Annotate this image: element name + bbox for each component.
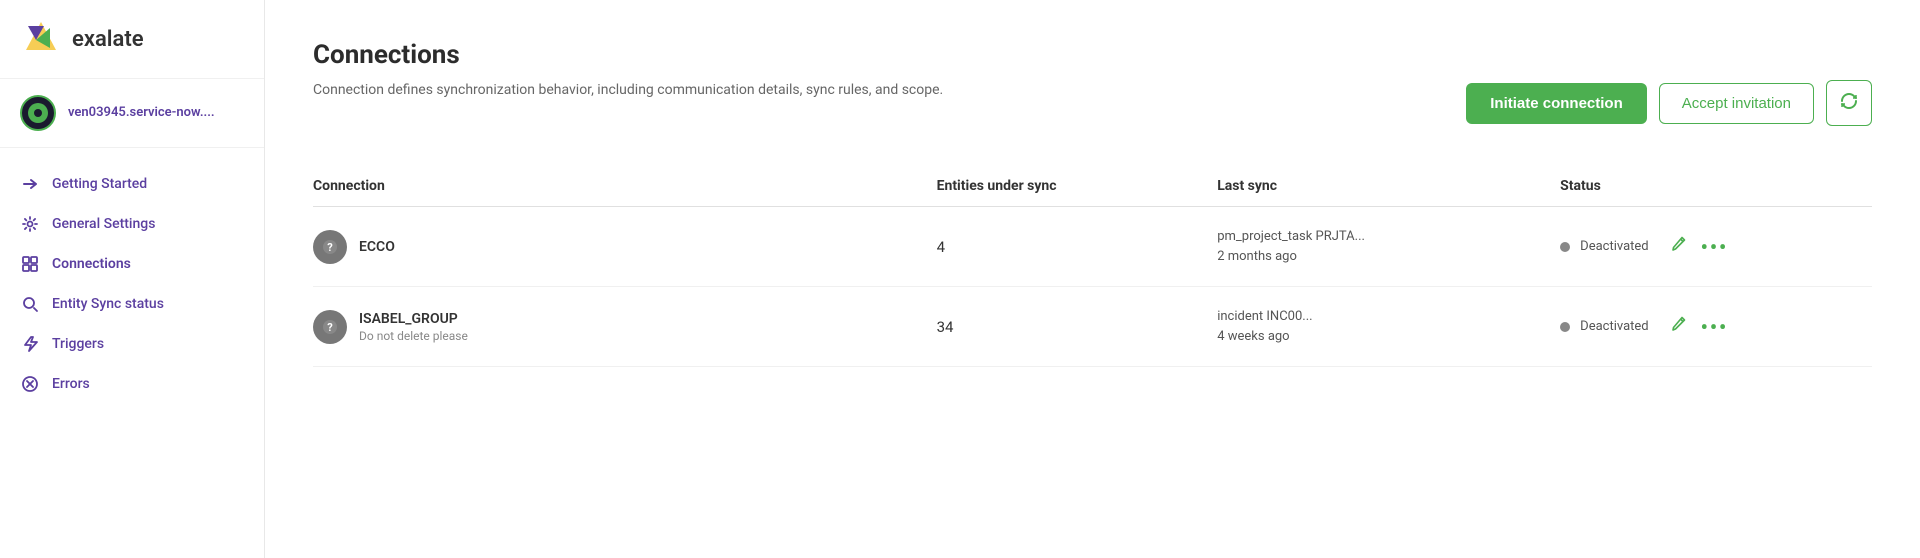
- initiate-connection-button[interactable]: Initiate connection: [1466, 83, 1647, 124]
- sidebar-item-errors[interactable]: Errors: [0, 364, 264, 404]
- last-sync: incident INC00... 4 weeks ago: [1217, 307, 1544, 346]
- connection-cell: ? ISABEL_GROUP Do not delete please: [313, 310, 921, 344]
- connection-icon: ?: [313, 230, 347, 264]
- col-entities: Entities under sync: [937, 166, 1218, 207]
- row-actions: •••: [1669, 235, 1729, 259]
- header-actions: Initiate connection Accept invitation: [1466, 80, 1872, 126]
- connection-sub: Do not delete please: [359, 329, 468, 343]
- last-sync-line2: 4 weeks ago: [1217, 327, 1544, 347]
- edit-button[interactable]: [1669, 235, 1687, 258]
- col-last-sync: Last sync: [1217, 166, 1560, 207]
- sidebar-item-label: Errors: [52, 376, 90, 392]
- row-actions: •••: [1669, 315, 1729, 339]
- main-content: Connections Connection defines synchroni…: [265, 0, 1920, 558]
- status-cell: Deactivated: [1560, 239, 1648, 254]
- avatar: [20, 95, 56, 131]
- status-dot: [1560, 322, 1570, 332]
- sidebar-item-entity-sync-status[interactable]: Entity Sync status: [0, 284, 264, 324]
- col-status: Status: [1560, 166, 1872, 207]
- table-row: ? ISABEL_GROUP Do not delete please 34: [313, 287, 1872, 367]
- sidebar: exalate ven03945.service-now.... Getting…: [0, 0, 265, 558]
- refresh-button[interactable]: [1826, 80, 1872, 126]
- connection-name: ECCO: [359, 239, 395, 255]
- sidebar-item-label: Connections: [52, 256, 131, 272]
- refresh-icon: [1839, 91, 1859, 116]
- sidebar-item-label: Triggers: [52, 336, 104, 352]
- sidebar-item-label: Entity Sync status: [52, 296, 164, 312]
- sidebar-nav: Getting Started General Settings Conne: [0, 148, 264, 558]
- last-sync-line1: pm_project_task PRJTA...: [1217, 227, 1544, 247]
- table-header: Connection Entities under sync Last sync…: [313, 166, 1872, 207]
- status-label: Deactivated: [1580, 319, 1648, 334]
- status-actions-cell: Deactivated •••: [1560, 315, 1856, 339]
- grid-icon: [20, 254, 40, 274]
- logo-area: exalate: [0, 0, 264, 79]
- col-connection: Connection: [313, 166, 937, 207]
- last-sync: pm_project_task PRJTA... 2 months ago: [1217, 227, 1544, 266]
- page-description: Connection defines synchronization behav…: [313, 80, 943, 101]
- last-sync-line2: 2 months ago: [1217, 247, 1544, 267]
- svg-text:?: ?: [327, 321, 333, 334]
- arrow-right-icon: [20, 174, 40, 194]
- account-name: ven03945.service-now....: [68, 105, 215, 122]
- accept-invitation-button[interactable]: Accept invitation: [1659, 83, 1814, 124]
- svg-text:?: ?: [327, 241, 333, 254]
- lightning-icon: [20, 334, 40, 354]
- sidebar-item-connections[interactable]: Connections: [0, 244, 264, 284]
- connection-cell: ? ECCO: [313, 230, 921, 264]
- sidebar-item-label: General Settings: [52, 216, 155, 232]
- edit-button[interactable]: [1669, 315, 1687, 338]
- table-row: ? ECCO 4 pm_project_task PRJTA... 2 mont: [313, 207, 1872, 287]
- gear-icon: [20, 214, 40, 234]
- sidebar-item-getting-started[interactable]: Getting Started: [0, 164, 264, 204]
- entities-count: 34: [937, 318, 954, 336]
- last-sync-line1: incident INC00...: [1217, 307, 1544, 327]
- sidebar-item-general-settings[interactable]: General Settings: [0, 204, 264, 244]
- logo-text: exalate: [72, 27, 144, 52]
- account-area[interactable]: ven03945.service-now....: [0, 79, 264, 148]
- connections-table: Connection Entities under sync Last sync…: [313, 166, 1872, 367]
- connection-icon: ?: [313, 310, 347, 344]
- status-actions-cell: Deactivated •••: [1560, 235, 1856, 259]
- more-options-button[interactable]: •••: [1701, 235, 1729, 259]
- page-title: Connections: [313, 40, 1872, 70]
- page-header: Connection defines synchronization behav…: [313, 80, 1872, 126]
- status-cell: Deactivated: [1560, 319, 1648, 334]
- status-dot: [1560, 242, 1570, 252]
- status-label: Deactivated: [1580, 239, 1648, 254]
- x-circle-icon: [20, 374, 40, 394]
- search-icon: [20, 294, 40, 314]
- entities-count: 4: [937, 238, 945, 256]
- more-options-button[interactable]: •••: [1701, 315, 1729, 339]
- sidebar-item-triggers[interactable]: Triggers: [0, 324, 264, 364]
- connection-name: ISABEL_GROUP: [359, 311, 468, 327]
- exalate-logo-icon: [20, 18, 62, 60]
- sidebar-item-label: Getting Started: [52, 176, 147, 192]
